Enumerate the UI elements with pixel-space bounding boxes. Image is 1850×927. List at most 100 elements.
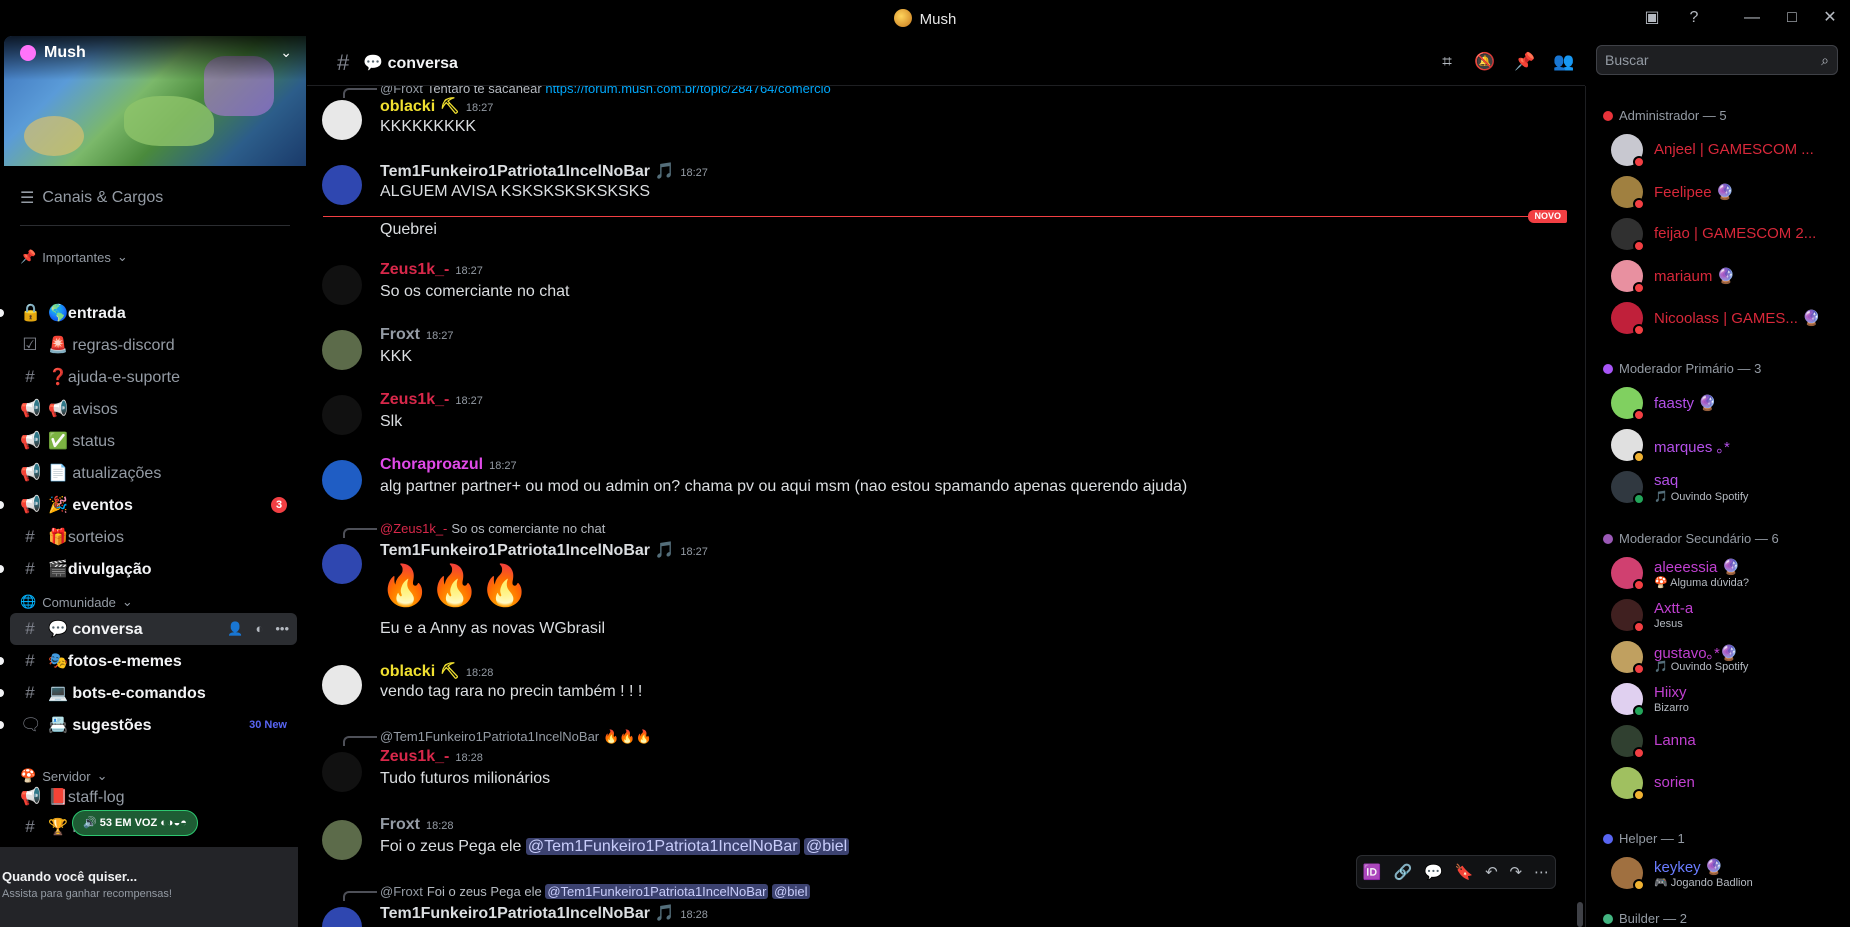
help-icon[interactable]: ? — [1682, 6, 1706, 30]
member-item[interactable]: Lanna — [1611, 721, 1841, 761]
channel-item[interactable]: # 💻 bots-e-comandos — [0, 677, 297, 709]
quest-banner[interactable]: Quando você quiser... Assista para ganha… — [0, 847, 298, 927]
username-text[interactable]: Zeus1k_- — [380, 391, 449, 408]
reply-author[interactable]: @Froxt — [380, 884, 423, 899]
username[interactable]: oblacki ⛏ 18:28 — [380, 661, 493, 681]
channels-roles-item[interactable]: ☰ Canais & Cargos — [20, 188, 163, 208]
avatar[interactable] — [322, 544, 362, 584]
member-item[interactable]: marques ｡* — [1611, 425, 1841, 465]
member-item[interactable]: Nicoolass | GAMES... 🔮 — [1611, 298, 1841, 338]
reply-link[interactable]: https://forum.mush.com.br/topic/284764/c… — [545, 86, 830, 96]
id-icon[interactable]: 🆔 — [1363, 863, 1382, 881]
user-mention[interactable]: @Tem1Funkeiro1Patriota1IncelNoBar — [525, 838, 800, 855]
member-item[interactable]: Hiixy Bizarro — [1611, 679, 1841, 719]
username[interactable]: Zeus1k_- 18:27 — [380, 261, 483, 279]
inbox-icon[interactable]: ▣ — [1640, 6, 1664, 30]
username-text[interactable]: Choraproazul — [380, 456, 483, 473]
avatar[interactable] — [322, 820, 362, 860]
member-item[interactable]: feijao | GAMESCOM 2... — [1611, 214, 1841, 254]
reply-preview[interactable]: @Froxt Foi o zeus Pega ele @Tem1Funkeiro1… — [380, 884, 810, 899]
avatar[interactable] — [322, 752, 362, 792]
username[interactable]: Tem1Funkeiro1Patriota1IncelNoBar 🎵 18:27 — [380, 540, 708, 560]
channel-item[interactable]: 📢 🎉 eventos 3 — [0, 489, 297, 521]
member-item[interactable]: mariaum 🔮 — [1611, 256, 1841, 296]
reply-author[interactable]: @Froxt — [380, 86, 423, 96]
bookmark-icon[interactable]: 🔖 — [1455, 863, 1474, 881]
member-item[interactable]: keykey 🔮 🎮 Jogando Badlion — [1611, 853, 1841, 893]
username-text[interactable]: Tem1Funkeiro1Patriota1IncelNoBar 🎵 — [380, 905, 674, 922]
forward-icon[interactable]: ↷ — [1510, 863, 1523, 881]
avatar[interactable] — [322, 100, 362, 140]
member-item[interactable]: sorien — [1611, 763, 1841, 803]
username[interactable]: oblacki ⛏ 18:27 — [380, 96, 493, 116]
reply-author[interactable]: @Zeus1k_- — [380, 521, 447, 536]
more-icon[interactable]: ••• — [275, 621, 289, 637]
avatar[interactable] — [322, 665, 362, 705]
reply-preview[interactable]: @Froxt Tentaro te sacanear https://forum.… — [380, 86, 831, 96]
channel-item[interactable]: # 🎬divulgação — [0, 553, 297, 585]
username[interactable]: Zeus1k_- 18:28 — [380, 748, 483, 766]
maximize-icon[interactable]: □ — [1780, 6, 1804, 30]
channel-item[interactable]: # ❓ajuda-e-suporte — [10, 361, 297, 393]
chevron-down-icon[interactable]: ⌄ — [280, 44, 292, 61]
avatar[interactable] — [322, 265, 362, 305]
avatar[interactable] — [322, 460, 362, 500]
channel-item[interactable]: 📢 📄 atualizações — [10, 457, 297, 489]
close-icon[interactable]: ✕ — [1818, 6, 1842, 30]
user-mention[interactable]: @biel — [772, 884, 810, 899]
username-text[interactable]: Froxt — [380, 816, 420, 833]
link-icon[interactable]: 🔗 — [1393, 863, 1412, 881]
username-text[interactable]: oblacki ⛏ — [380, 98, 460, 115]
member-item[interactable]: saq 🎵 Ouvindo Spotify — [1611, 467, 1841, 507]
member-list-icon[interactable]: 👥 — [1552, 50, 1576, 74]
threads-icon[interactable]: ⌗ — [1435, 50, 1459, 74]
minimize-icon[interactable]: — — [1740, 6, 1764, 30]
channel-item[interactable]: # 💬 conversa 👤 ◐ ••• — [10, 613, 297, 645]
category-importantes[interactable]: 📌 Importantes ⌄ — [20, 249, 128, 265]
username[interactable]: Froxt 18:28 — [380, 816, 454, 834]
member-item[interactable]: aleeessia 🔮 🍄 Alguma dúvida? — [1611, 553, 1841, 593]
more-icon[interactable]: ⋯ — [1534, 863, 1549, 881]
username-text[interactable]: Tem1Funkeiro1Patriota1IncelNoBar 🎵 — [380, 542, 674, 559]
reply-preview[interactable]: @Tem1Funkeiro1Patriota1IncelNoBar 🔥🔥🔥 — [380, 729, 652, 745]
search-input[interactable]: Buscar ⌕ — [1596, 45, 1838, 75]
reply-icon[interactable]: ↶ — [1485, 863, 1498, 881]
scrollbar[interactable] — [1577, 902, 1583, 927]
avatar[interactable] — [322, 395, 362, 435]
category-comunidade[interactable]: 🌐 Comunidade ⌄ — [20, 594, 133, 610]
invite-icon[interactable]: 👤 — [227, 621, 243, 637]
user-mention[interactable]: @Tem1Funkeiro1Patriota1IncelNoBar — [545, 884, 769, 899]
channel-item[interactable]: 🔒 🌎entrada — [0, 297, 297, 329]
member-item[interactable]: gustavo｡*🔮 🎵 Ouvindo Spotify — [1611, 637, 1841, 677]
channel-item[interactable]: 🗨 📇 sugestões 30 New — [0, 709, 297, 741]
username-text[interactable]: oblacki ⛏ — [380, 663, 460, 680]
username-text[interactable]: Tem1Funkeiro1Patriota1IncelNoBar 🎵 — [380, 163, 674, 180]
server-name[interactable]: Mush — [20, 44, 86, 62]
channel-item[interactable]: 📢 📢 avisos — [10, 393, 297, 425]
reply-author[interactable]: @Tem1Funkeiro1Patriota1IncelNoBar — [380, 729, 599, 744]
username[interactable]: Froxt 18:27 — [380, 326, 454, 344]
reply-preview[interactable]: @Zeus1k_- So os comerciante no chat — [380, 521, 605, 536]
username[interactable]: Choraproazul 18:27 — [380, 456, 517, 474]
username[interactable]: Tem1Funkeiro1Patriota1IncelNoBar 🎵 18:27 — [380, 161, 708, 181]
voice-activity-pill[interactable]: 🔊 53 EM VOZ ◐◑◒◓ — [72, 810, 198, 836]
server-banner[interactable]: Mush ⌄ — [4, 36, 306, 166]
member-item[interactable]: Feelipee 🔮 — [1611, 172, 1841, 212]
username[interactable]: Tem1Funkeiro1Patriota1IncelNoBar 🎵 18:28 — [380, 903, 708, 923]
channel-item[interactable]: 📢 ✅ status — [10, 425, 297, 457]
notification-bell-muted-icon[interactable]: 🔕 — [1473, 50, 1497, 74]
voice-user-icon[interactable]: ◐ — [255, 621, 263, 637]
avatar[interactable] — [322, 907, 362, 927]
username[interactable]: Zeus1k_- 18:27 — [380, 391, 483, 409]
avatar[interactable] — [322, 165, 362, 205]
channel-item[interactable]: 📢 📕staff-log — [10, 781, 297, 813]
username-text[interactable]: Froxt — [380, 326, 420, 343]
username-text[interactable]: Zeus1k_- — [380, 748, 449, 765]
user-mention[interactable]: @biel — [804, 838, 850, 855]
category-servidor[interactable]: 🍄 Servidor ⌄ — [20, 768, 108, 784]
pin-icon[interactable]: 📌 — [1513, 50, 1537, 74]
channel-item[interactable]: # 🎁sorteios — [10, 521, 297, 553]
channel-item[interactable]: # 🎭fotos-e-memes — [0, 645, 297, 677]
channel-item[interactable]: ☑ 🚨 regras-discord — [10, 329, 297, 361]
avatar[interactable] — [322, 330, 362, 370]
